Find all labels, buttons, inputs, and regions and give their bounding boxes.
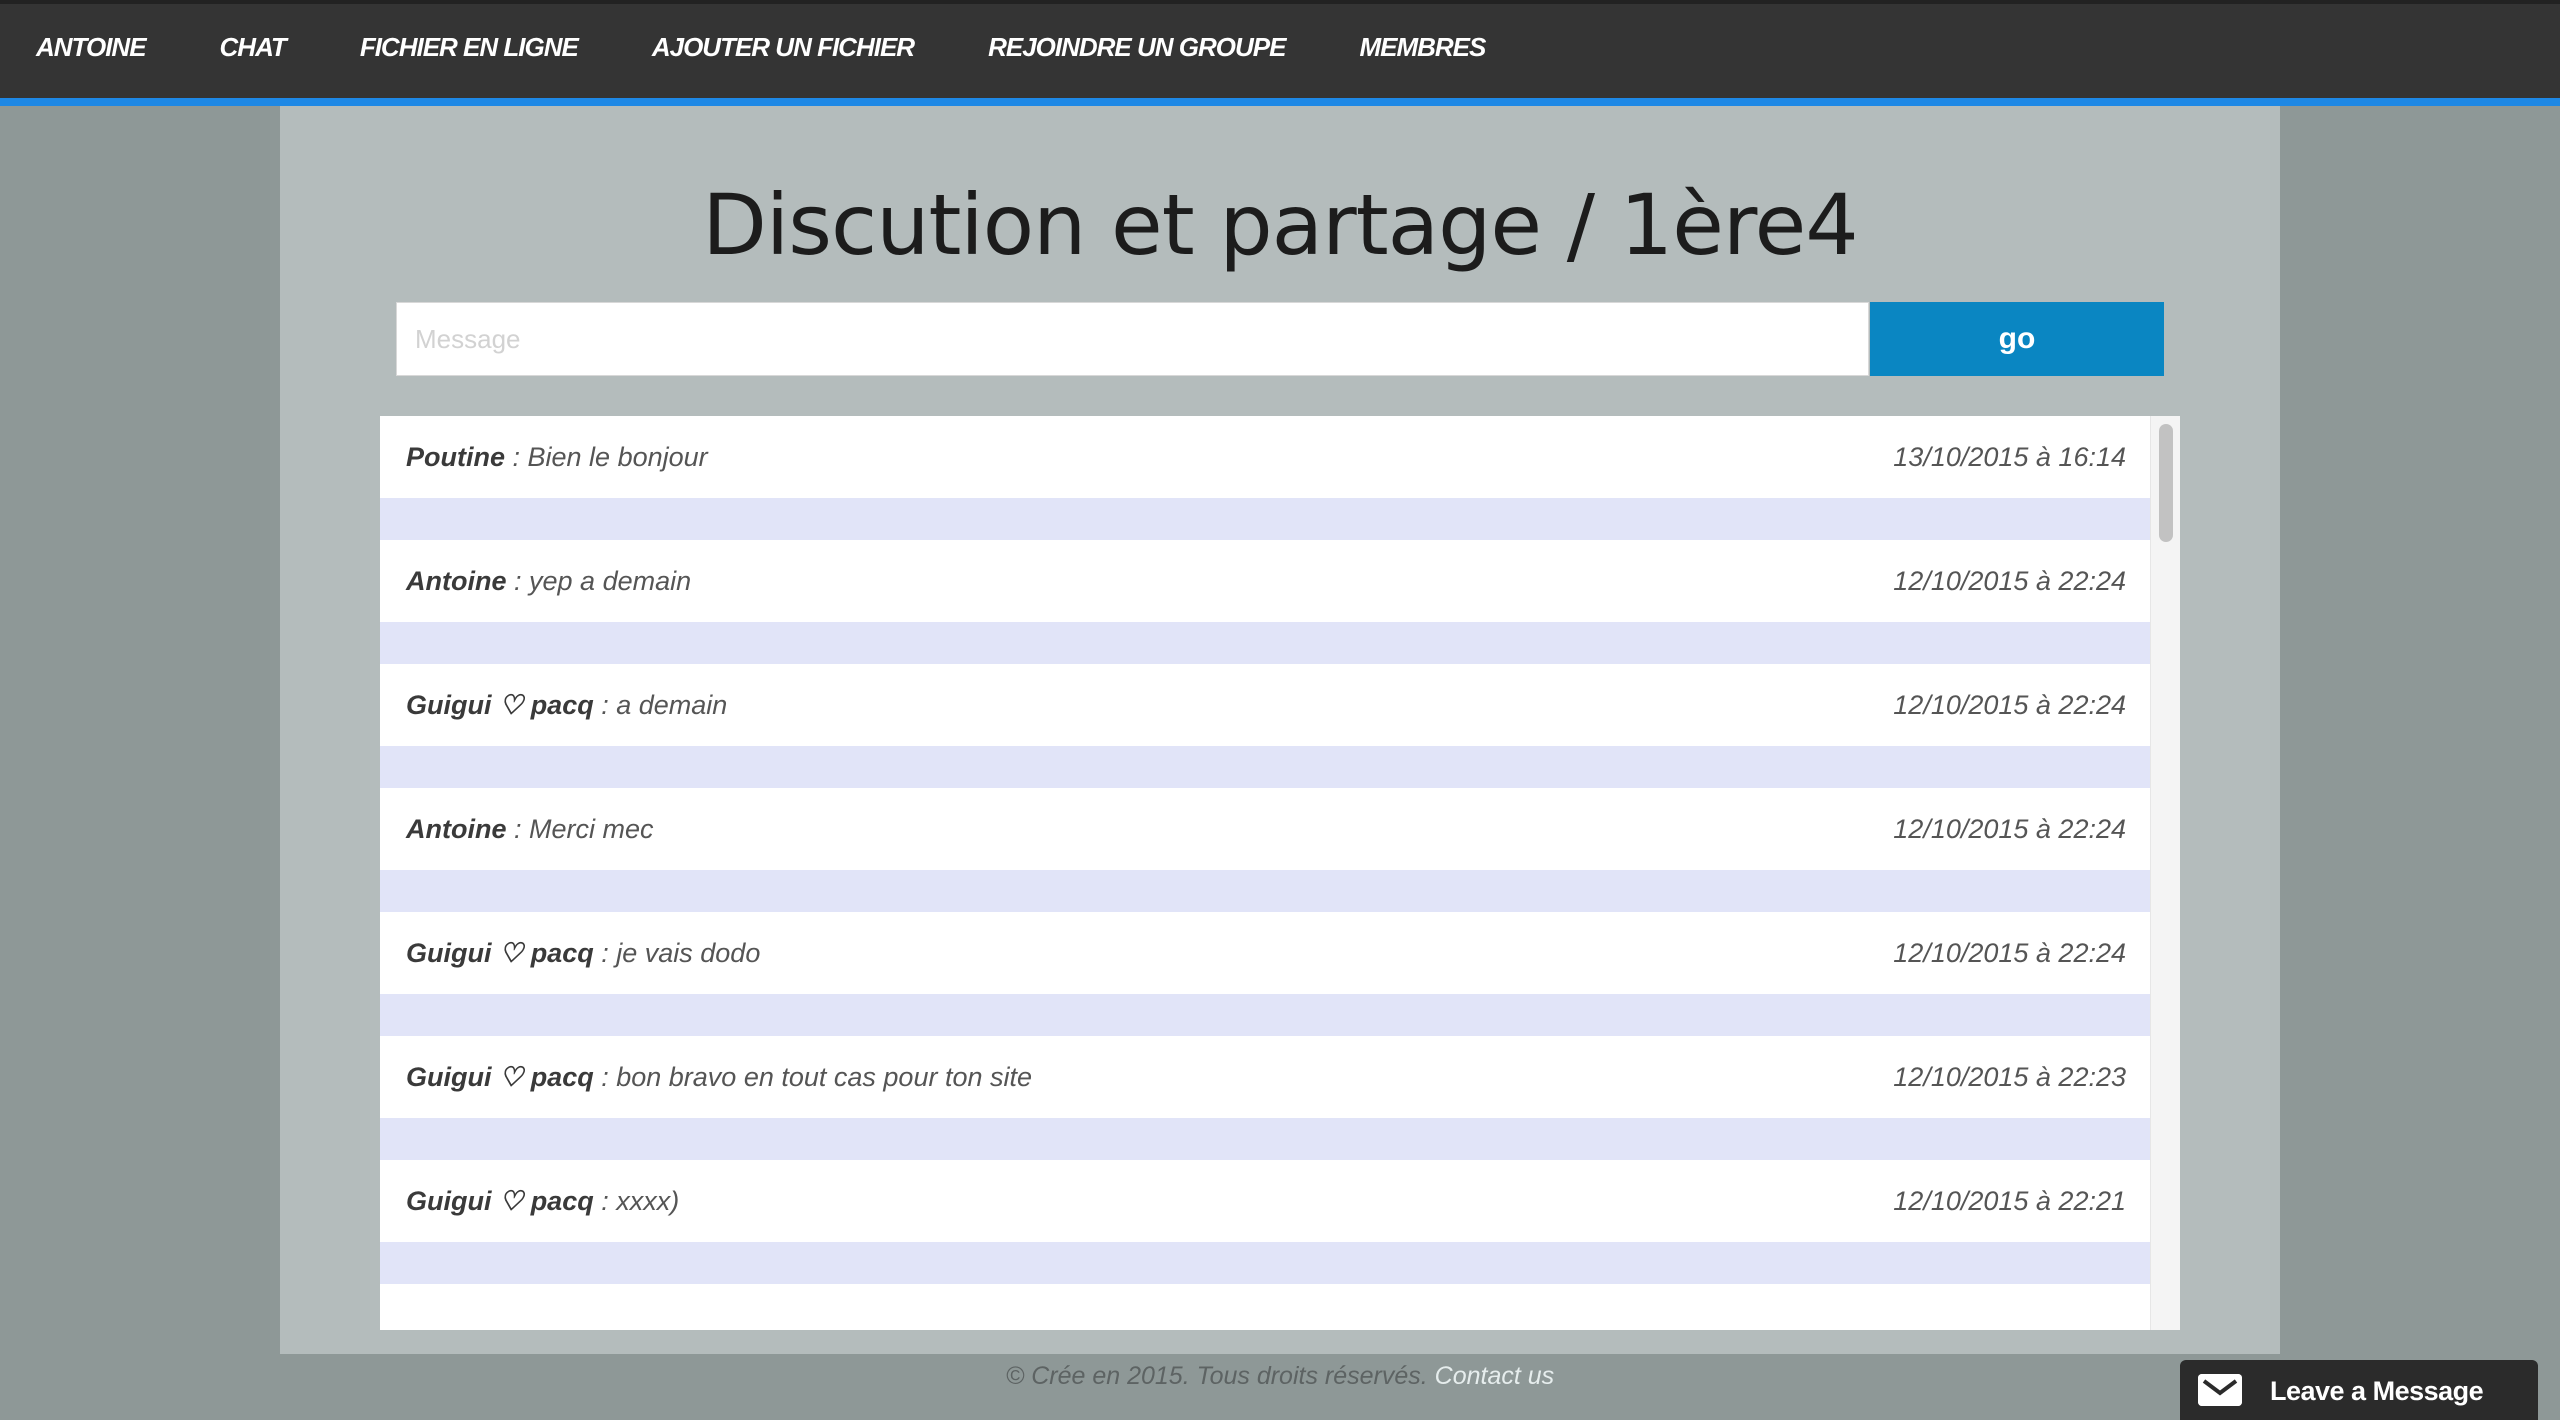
chat-message-author: Guigui ♡ pacq [406,689,594,720]
chat-message: Poutine : Bien le bonjour 13/10/2015 à 16… [380,416,2150,498]
chat-message: Antoine : Merci mec 12/10/2015 à 22:24 [380,788,2150,870]
top-navbar: ANTOINE CHAT FICHIER EN LIGNE AJOUTER UN… [0,0,2560,106]
contact-us-link[interactable]: Contact us [1435,1362,1555,1390]
chat-row-divider [380,1118,2150,1160]
chat-message-list: Poutine : Bien le bonjour 13/10/2015 à 16… [380,416,2150,1284]
chat-message-timestamp: 12/10/2015 à 22:24 [1893,565,2126,596]
chat-message-content: Guigui ♡ pacq : xxxx) [406,1186,679,1217]
message-input[interactable] [396,302,1869,376]
chat-row-divider [380,994,2150,1036]
chat-message-separator: : [593,1061,617,1092]
chat-message-timestamp: 12/10/2015 à 22:24 [1893,813,2126,844]
chat-row-divider [380,622,2150,664]
chat-message-separator: : [593,689,617,720]
chat-message-timestamp: 12/10/2015 à 22:24 [1893,689,2126,720]
chat-message-text: xxxx) [616,1185,680,1216]
chat-message-separator: : [505,441,528,472]
chat-row-divider [380,1242,2150,1284]
chat-message-content: Poutine : Bien le bonjour [406,442,708,473]
chat-message-author: Poutine [406,441,505,472]
chat-message-author: Guigui ♡ pacq [406,1185,594,1216]
footer: © Crée en 2015. Tous droits réservés. Co… [280,1362,2280,1391]
chat-message-author: Antoine [406,813,507,844]
chat-message: Guigui ♡ pacq : a demain 12/10/2015 à 22:… [380,664,2150,746]
chat-message-timestamp: 12/10/2015 à 22:24 [1893,937,2126,968]
nav-item-fichier-en-ligne[interactable]: FICHIER EN LIGNE [360,32,579,63]
chat-message-separator: : [506,565,530,596]
leave-message-label: Leave a Message [2270,1376,2484,1406]
page-title: Discution et partage / 1ère4 [702,176,1859,274]
chat-message: Guigui ♡ pacq : bon bravo en tout cas po… [380,1036,2150,1118]
chat-message-content: Guigui ♡ pacq : a demain [406,690,727,721]
chat-message-timestamp: 13/10/2015 à 16:14 [1893,441,2126,472]
chat-message-text: bon bravo en tout cas pour ton site [616,1061,1033,1092]
footer-copyright: © Crée en 2015. Tous droits réservés. [1005,1362,1428,1390]
chat-message-content: Antoine : Merci mec [406,814,654,845]
chat-message-timestamp: 12/10/2015 à 22:21 [1893,1185,2126,1216]
chat-scrollbar-thumb[interactable] [2159,424,2173,542]
chat-message-author: Antoine [406,565,507,596]
nav-item-ajouter-un-fichier[interactable]: AJOUTER UN FICHIER [652,32,915,63]
chat-message: Guigui ♡ pacq : je vais dodo 12/10/2015 à… [380,912,2150,994]
nav-item-membres[interactable]: MEMBRES [1359,32,1486,63]
chat-message-text: yep a demain [529,565,692,596]
mail-icon [2198,1374,2242,1406]
chat-box: Poutine : Bien le bonjour 13/10/2015 à 16… [380,416,2180,1330]
nav-item-chat[interactable]: CHAT [220,32,287,63]
leave-message-widget[interactable]: Leave a Message [2180,1360,2538,1420]
chat-message-text: Bien le bonjour [527,441,708,472]
chat-message-content: Antoine : yep a demain [406,566,691,597]
chat-message-separator: : [506,813,530,844]
chat-message-timestamp: 12/10/2015 à 22:23 [1893,1061,2126,1092]
chat-row-divider [380,870,2150,912]
main-panel: Discution et partage / 1ère4 go Poutine … [280,106,2280,1354]
chat-message-author: Guigui ♡ pacq [406,1061,594,1092]
chat-message: Guigui ♡ pacq : xxxx) 12/10/2015 à 22:21 [380,1160,2150,1242]
chat-message-content: Guigui ♡ pacq : bon bravo en tout cas po… [406,1062,1032,1093]
chat-message: Antoine : yep a demain 12/10/2015 à 22:24 [380,540,2150,622]
chat-message-separator: : [593,1185,617,1216]
chat-row-divider [380,498,2150,540]
chat-message-text: a demain [616,689,728,720]
chat-message-content: Guigui ♡ pacq : je vais dodo [406,938,760,969]
chat-message-author: Guigui ♡ pacq [406,937,594,968]
chat-scrollbar[interactable] [2150,416,2180,1330]
chat-message-text: je vais dodo [616,937,761,968]
nav-item-rejoindre-un-groupe[interactable]: REJOINDRE UN GROUPE [988,32,1286,63]
chat-row-divider [380,746,2150,788]
go-button[interactable]: go [1870,302,2164,376]
nav-item-antoine[interactable]: ANTOINE [36,32,147,63]
chat-message-text: Merci mec [529,813,654,844]
chat-message-separator: : [593,937,617,968]
